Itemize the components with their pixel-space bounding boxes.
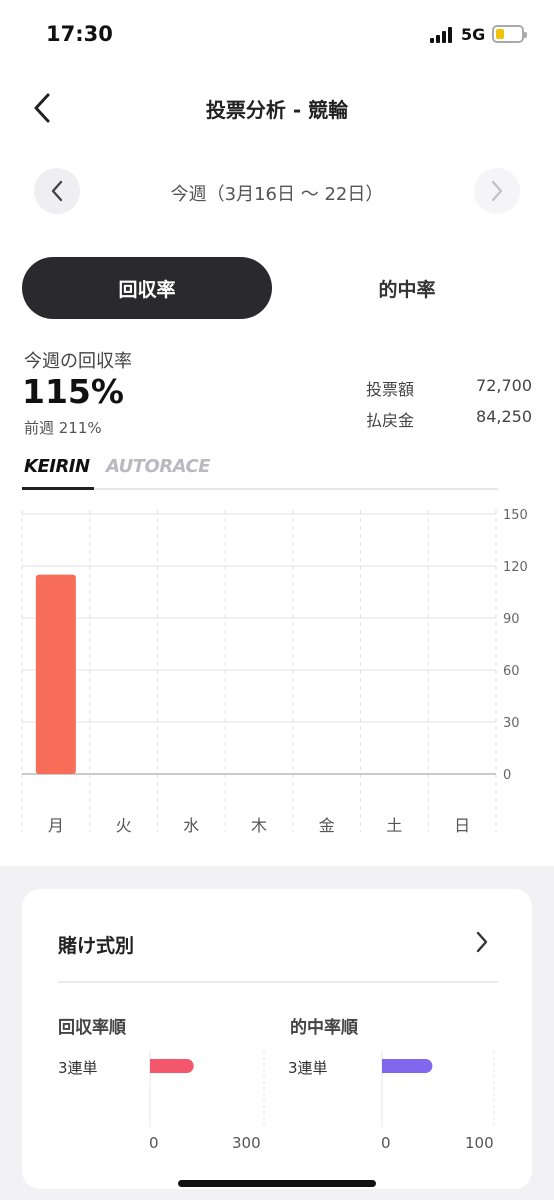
- status-bar: 17:30 5G: [0, 0, 554, 70]
- tab-divider: [94, 488, 498, 490]
- nav-bar: 投票分析 - 競輪: [0, 80, 554, 136]
- recovery-rate-chart: 0 30 60 90 120 150 月 火 水 木 金 土 日: [21, 508, 528, 835]
- hit-axis-min: 0: [381, 1134, 391, 1152]
- y-tick-label: 0: [503, 768, 511, 783]
- next-week-button[interactable]: [474, 168, 520, 214]
- payout-label: 払戻金: [366, 411, 415, 430]
- recovery-bar: [150, 1059, 194, 1073]
- summary-label: 今週の回収率: [24, 351, 132, 372]
- bet-type-mini-charts: [149, 1051, 495, 1127]
- recovery-axis-max: 300: [232, 1134, 261, 1152]
- x-tick-label: 日: [454, 816, 470, 835]
- previous-week-rate: 前週 211%: [24, 419, 102, 437]
- bet-type-card: 賭け式別 回収率順 的中率順 3連単 3連単 0 300 0 100: [22, 889, 532, 1189]
- hit-axis-max: 100: [465, 1134, 494, 1152]
- chevron-right-icon: [491, 180, 503, 202]
- tab-recovery-rate[interactable]: 回収率: [22, 257, 272, 319]
- x-tick-label: 木: [251, 816, 267, 835]
- y-tick-label: 150: [503, 508, 528, 523]
- hit-bar: [382, 1059, 433, 1073]
- y-tick-label: 120: [503, 560, 528, 575]
- recovery-axis-min: 0: [149, 1134, 159, 1152]
- x-tick-label: 月: [48, 816, 64, 835]
- bar-月: [35, 574, 76, 774]
- network-type: 5G: [461, 25, 486, 44]
- x-tick-label: 金: [319, 816, 335, 835]
- signal-icon: [430, 27, 456, 43]
- active-tab-indicator: [22, 487, 94, 490]
- brand-tabs: KEIRIN AUTORACE: [22, 456, 498, 492]
- y-tick-label: 60: [503, 664, 520, 679]
- metric-tabs: 回収率 的中率: [22, 257, 532, 319]
- x-tick-label: 火: [116, 816, 132, 835]
- home-indicator: [178, 1180, 376, 1187]
- week-navigator: 今週（3月16日 〜 22日）: [0, 168, 554, 216]
- page-title: 投票分析 - 競輪: [205, 98, 349, 122]
- status-time: 17:30: [46, 22, 113, 46]
- battery-icon: [492, 25, 527, 43]
- tab-keirin[interactable]: KEIRIN: [24, 456, 90, 477]
- bet-amount-value: 72,700: [476, 376, 532, 395]
- x-tick-label: 土: [386, 816, 402, 835]
- x-tick-label: 水: [183, 816, 199, 835]
- week-label: 今週（3月16日 〜 22日）: [170, 184, 384, 205]
- tab-hit-rate[interactable]: 的中率: [282, 257, 532, 319]
- bet-amount-label: 投票額: [366, 380, 415, 399]
- summary-rate: 115%: [22, 372, 124, 411]
- payout-value: 84,250: [476, 407, 532, 426]
- y-tick-label: 90: [503, 612, 520, 627]
- y-tick-label: 30: [503, 716, 520, 731]
- tab-autorace[interactable]: AUTORACE: [106, 456, 211, 477]
